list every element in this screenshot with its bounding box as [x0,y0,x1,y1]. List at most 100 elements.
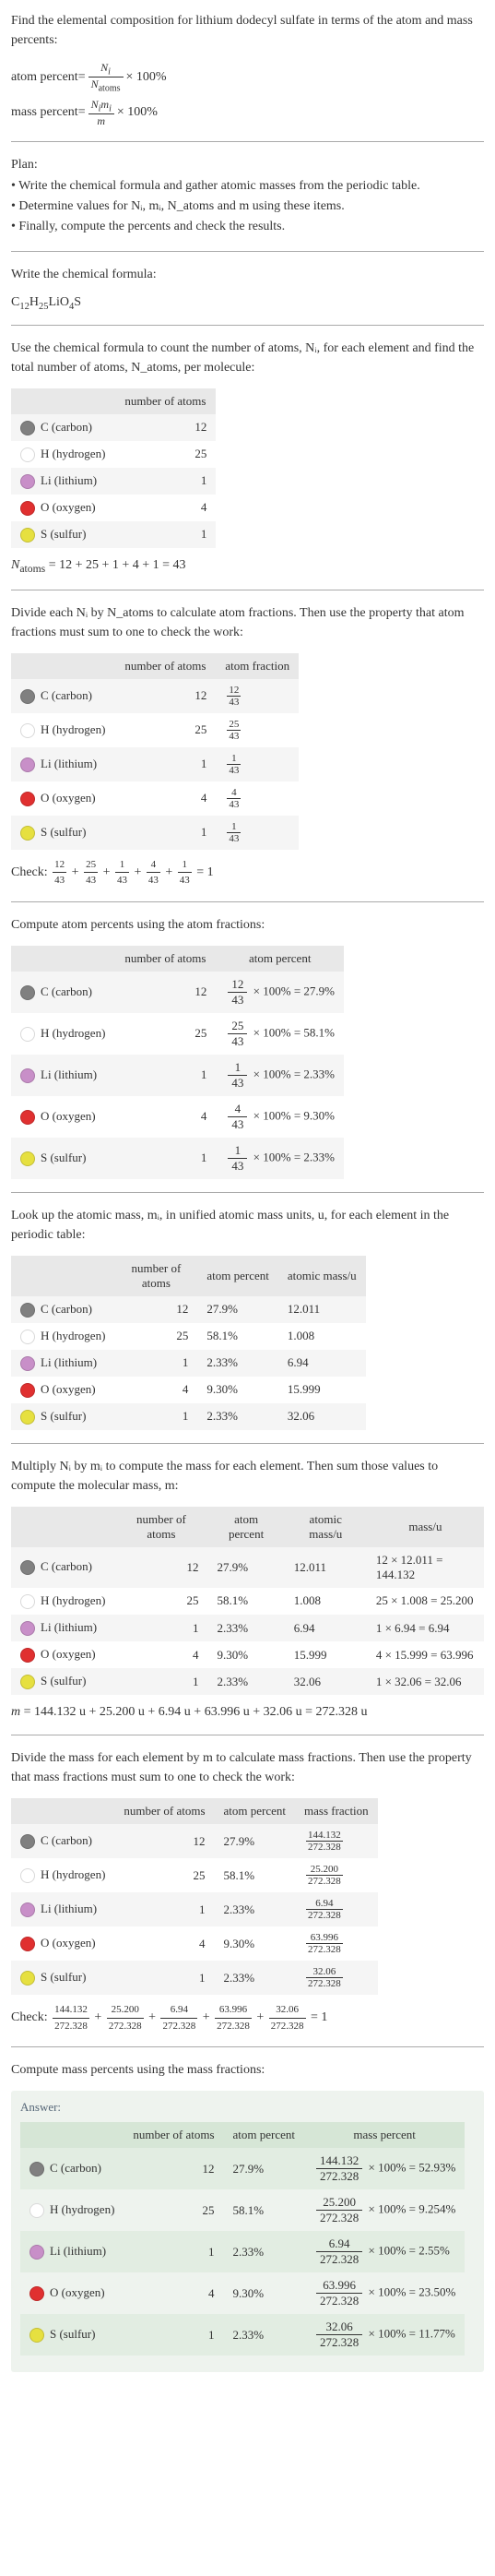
divider [11,1443,484,1444]
element-dot-icon [20,501,35,516]
count-atoms-text: Use the chemical formula to count the nu… [11,339,484,377]
atom-percent-table: number of atoms atom percent C (carbon)1… [11,946,344,1179]
table-row: H (hydrogen)2558.1%1.008 [11,1323,366,1350]
table-row: Li (lithium)12.33%6.94 [11,1350,366,1377]
lookup-mass-text: Look up the atomic mass, mᵢ, in unified … [11,1206,484,1245]
table-row: S (sulfur)1143 × 100% = 2.33% [11,1138,344,1179]
plan-item: • Finally, compute the percents and chec… [11,217,484,237]
atom-fraction-table: number of atoms atom fraction C (carbon)… [11,653,299,850]
element-dot-icon [20,1330,35,1344]
table-row: S (sulfur)12.33%32.06272.328 × 100% = 11… [20,2314,465,2355]
element-dot-icon [20,1068,35,1083]
element-dot-icon [20,1027,35,1042]
table-row: Li (lithium)1143 × 100% = 2.33% [11,1055,344,1096]
divider [11,2046,484,2047]
table-row: O (oxygen)49.30%15.9994 × 15.999 = 63.99… [11,1641,484,1668]
element-dot-icon [29,2328,44,2343]
element-dot-icon [29,2286,44,2301]
element-dot-icon [20,447,35,462]
table-row: H (hydrogen)2558.1%1.00825 × 1.008 = 25.… [11,1588,484,1615]
compute-mass-pct-text: Compute mass percents using the mass fra… [11,2060,484,2080]
element-dot-icon [20,1675,35,1689]
table-row: O (oxygen)4 [11,495,216,521]
table-row: C (carbon)12 [11,414,216,441]
check1: Check: 1243 + 2543 + 143 + 443 + 143 = 1 [11,857,484,888]
element-dot-icon [20,421,35,435]
element-dot-icon [20,1560,35,1575]
divider [11,325,484,326]
table-row: Li (lithium)12.33%6.94272.328 × 100% = 2… [20,2231,465,2272]
intro-text: Find the elemental composition for lithi… [11,11,484,50]
element-dot-icon [20,792,35,806]
answer-box: Answer: number of atoms atom percent mas… [11,2091,484,2372]
table-row: H (hydrogen)252543 [11,713,299,747]
answer-label: Answer: [20,2100,475,2115]
divider [11,901,484,902]
write-formula-text: Write the chemical formula: [11,265,484,284]
mass-table: number of atoms atom percent atomic mass… [11,1507,484,1695]
answer-table: number of atoms atom percent mass percen… [20,2122,465,2355]
element-dot-icon [20,1937,35,1951]
table-row: H (hydrogen)252543 × 100% = 58.1% [11,1013,344,1055]
plan-item: • Determine values for Nᵢ, mᵢ, N_atoms a… [11,197,484,217]
divider [11,1192,484,1193]
mass-fraction-table: number of atoms atom percent mass fracti… [11,1798,378,1995]
element-dot-icon [20,1971,35,1986]
table-row: C (carbon)121243 [11,679,299,713]
mass-percent-formula: mass percent = Nimi m × 100% [11,98,484,128]
divider [11,251,484,252]
table-row: Li (lithium)12.33%6.941 × 6.94 = 6.94 [11,1615,484,1641]
element-dot-icon [20,1151,35,1166]
table-row: H (hydrogen)2558.1%25.200272.328 × 100% … [20,2189,465,2231]
atomic-mass-table: number of atoms atom percent atomic mass… [11,1256,366,1430]
table-row: O (oxygen)49.30%63.996272.328 × 100% = 2… [20,2272,465,2314]
element-dot-icon [20,1834,35,1849]
m-equation: m = 144.132 u + 25.200 u + 6.94 u + 63.9… [11,1702,484,1722]
plan-label: Plan: [11,155,484,175]
natoms-equation: Natoms = 12 + 25 + 1 + 4 + 1 = 43 [11,555,484,577]
mass-percent-label: mass percent [11,105,78,120]
table-row: H (hydrogen)2558.1%25.200272.328 [11,1858,378,1892]
element-dot-icon [20,757,35,772]
table-row: S (sulfur)12.33%32.061 × 32.06 = 32.06 [11,1668,484,1695]
fraction-icon: Ni Natoms [88,61,124,94]
table-row: H (hydrogen)25 [11,441,216,468]
table-row: S (sulfur)1 [11,521,216,548]
table-row: C (carbon)121243 × 100% = 27.9% [11,972,344,1013]
element-dot-icon [20,474,35,489]
atom-percent-label: atom percent [11,70,78,85]
element-dot-icon [20,1410,35,1425]
table-row: Li (lithium)12.33%6.94272.328 [11,1892,378,1926]
table-row: C (carbon)1227.9%144.132272.328 × 100% =… [20,2148,465,2189]
table-row: O (oxygen)49.30%15.999 [11,1377,366,1403]
divide-text: Divide each Nᵢ by N_atoms to calculate a… [11,603,484,642]
element-dot-icon [29,2162,44,2176]
element-dot-icon [20,723,35,738]
element-dot-icon [29,2245,44,2260]
table-row: O (oxygen)4443 × 100% = 9.30% [11,1096,344,1138]
divide-mass-text: Divide the mass for each element by m to… [11,1748,484,1787]
table-row: S (sulfur)12.33%32.06 [11,1403,366,1430]
plan-item: • Write the chemical formula and gather … [11,176,484,197]
table-row: S (sulfur)1143 [11,816,299,850]
table-row: C (carbon)1227.9%144.132272.328 [11,1824,378,1858]
element-dot-icon [20,985,35,1000]
element-dot-icon [29,2203,44,2218]
element-dot-icon [20,1648,35,1663]
fraction-icon: Nimi m [88,98,114,128]
table-row: S (sulfur)12.33%32.06272.328 [11,1961,378,1995]
element-dot-icon [20,1621,35,1636]
table-row: O (oxygen)4443 [11,781,299,816]
plan-section: Plan: • Write the chemical formula and g… [11,155,484,238]
table-row: Li (lithium)1 [11,468,216,495]
element-dot-icon [20,1902,35,1917]
element-dot-icon [20,1303,35,1318]
compute-atom-pct-text: Compute atom percents using the atom fra… [11,915,484,935]
element-dot-icon [20,1868,35,1883]
element-dot-icon [20,1110,35,1125]
table-row: C (carbon)1227.9%12.011 [11,1296,366,1323]
element-dot-icon [20,1383,35,1398]
divider [11,141,484,142]
check2: Check: 144.132272.328 + 25.200272.328 + … [11,2002,484,2033]
table-row: O (oxygen)49.30%63.996272.328 [11,1926,378,1961]
